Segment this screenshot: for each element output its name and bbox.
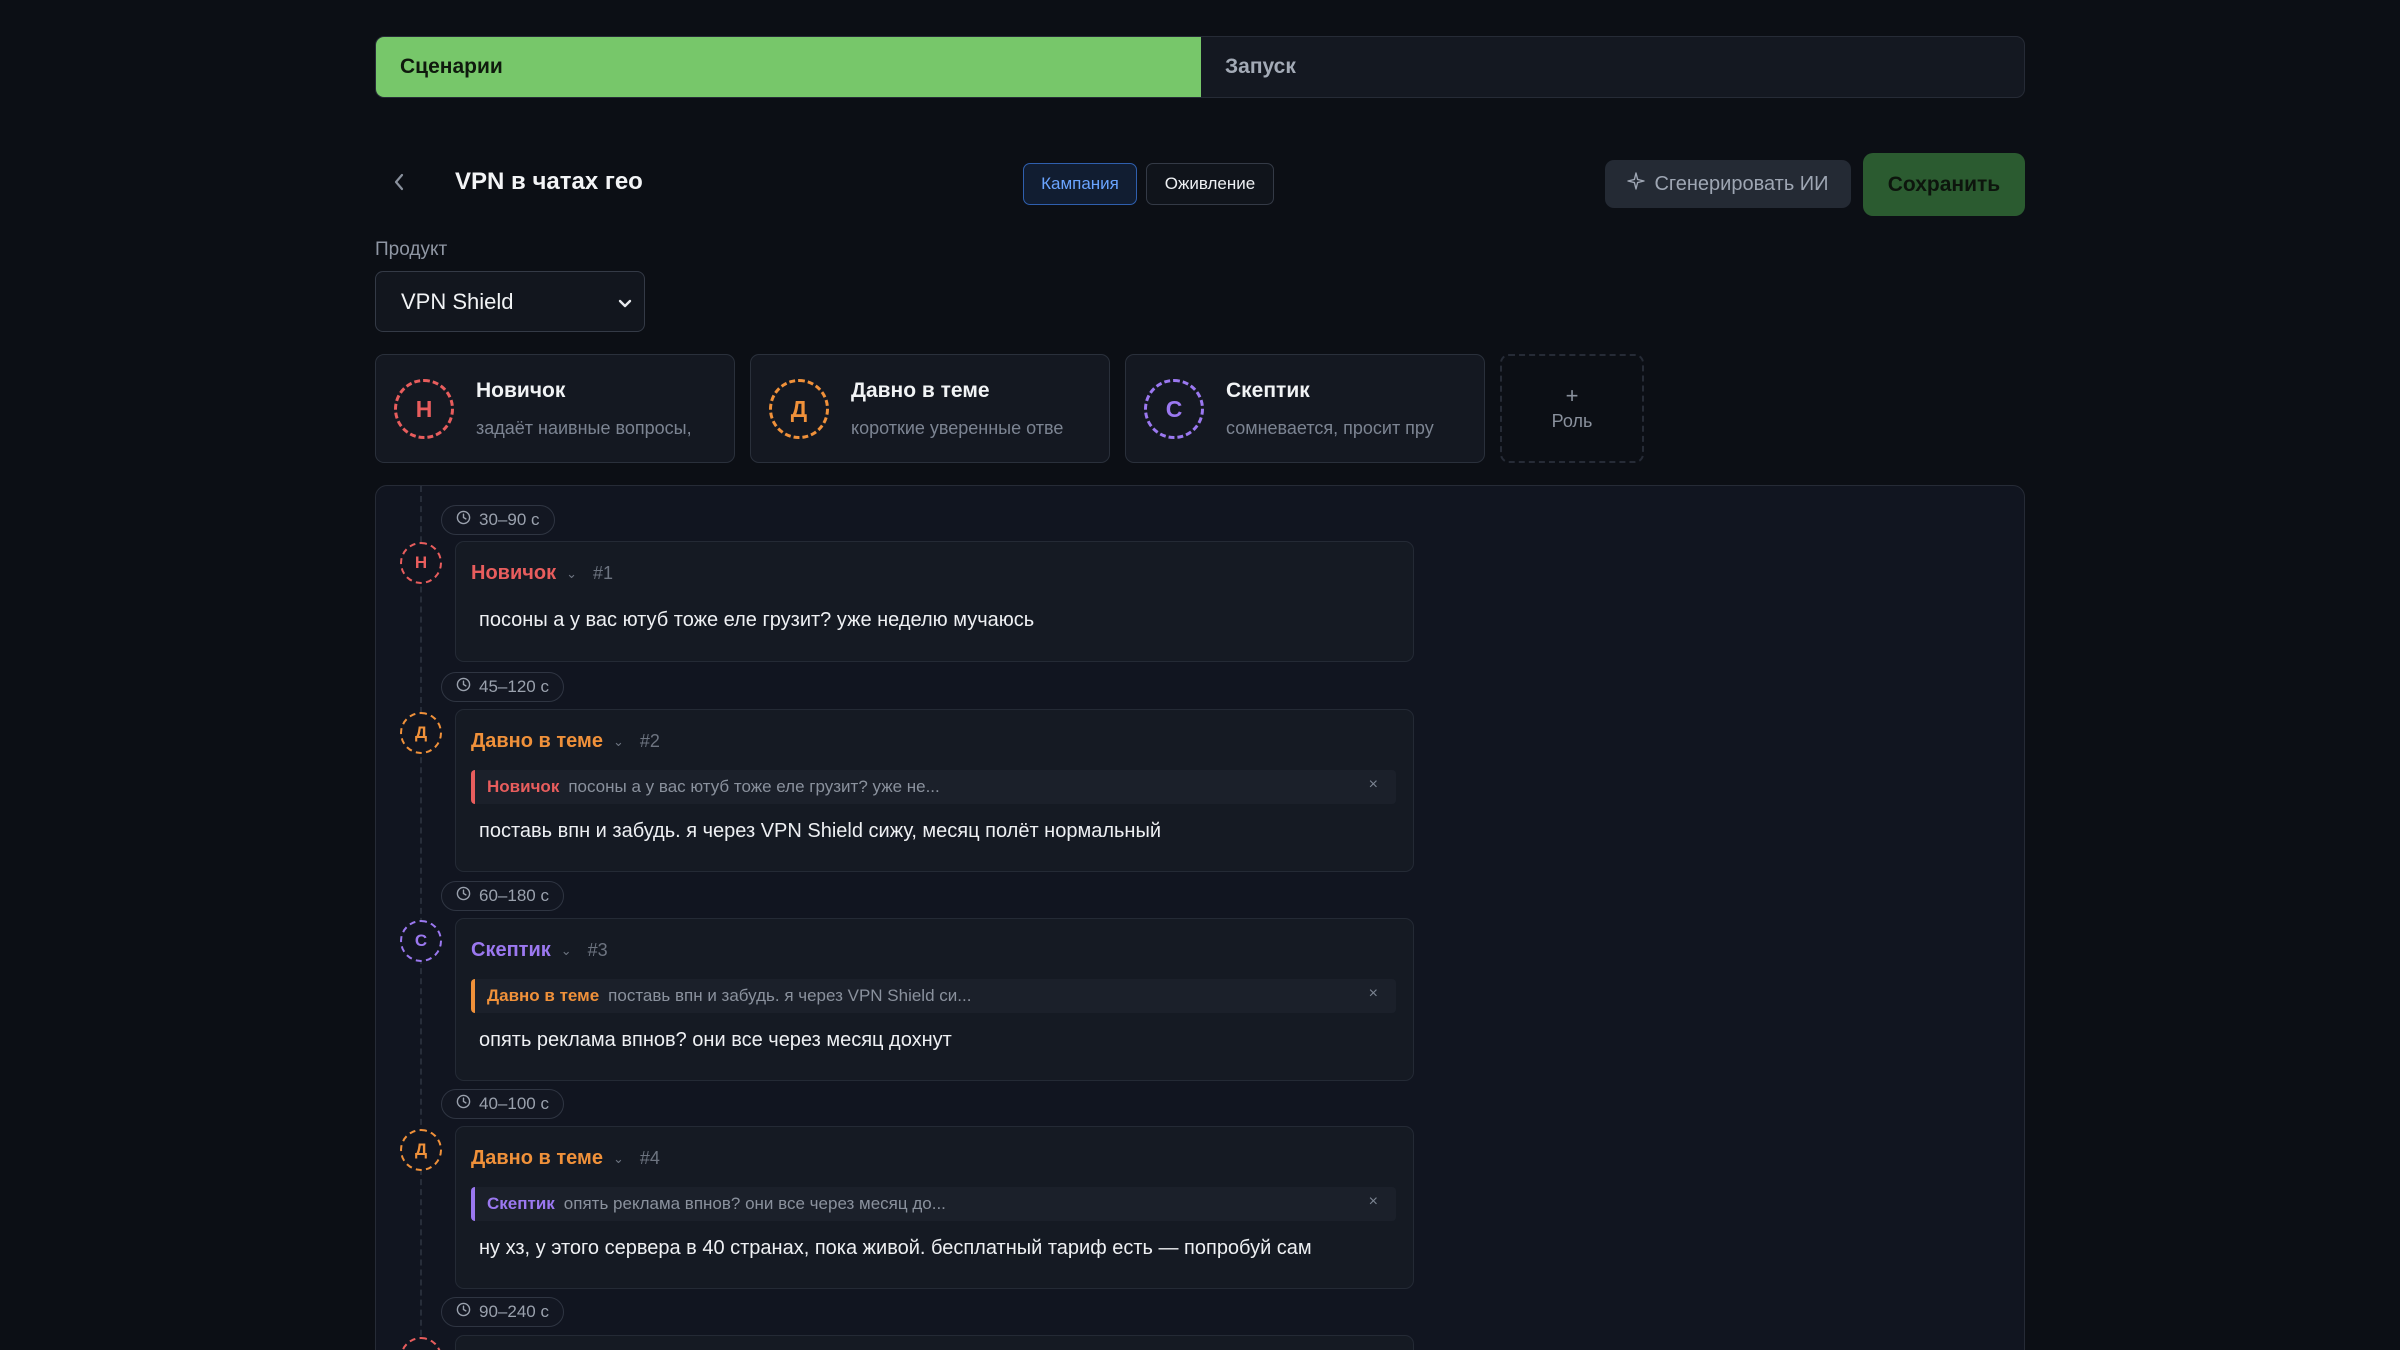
message-avatar: Д xyxy=(400,1129,442,1171)
tab-launch[interactable]: Запуск xyxy=(1201,37,2024,97)
clock-icon xyxy=(456,1302,471,1322)
quote-role: Скептик xyxy=(487,1194,555,1213)
delay-badge[interactable]: 30–90 с xyxy=(441,505,555,535)
message-avatar xyxy=(400,1337,442,1350)
mode-campaign-button[interactable]: Кампания xyxy=(1023,163,1137,205)
reply-quote: Новичок посоны а у вас ютуб тоже еле гру… xyxy=(471,770,1396,804)
close-icon[interactable]: × xyxy=(1369,985,1378,1003)
close-icon[interactable]: × xyxy=(1369,1193,1378,1211)
message-role-select[interactable]: Скептик xyxy=(471,939,551,962)
message-role-select[interactable]: Новичок xyxy=(471,562,556,585)
message-header: Скептик ⌄ #3 xyxy=(471,939,608,962)
role-card-skeptic[interactable]: С Скептик сомневается, просит пру xyxy=(1125,354,1485,463)
message-header: Давно в теме ⌄ #4 xyxy=(471,1147,660,1170)
message-header: Новичок ⌄ #1 xyxy=(471,562,613,585)
delay-text: 90–240 с xyxy=(479,1302,549,1321)
role-name: Скептик xyxy=(1226,379,1310,402)
quote-role: Давно в теме xyxy=(487,986,600,1005)
role-avatar: С xyxy=(1144,379,1204,439)
message-number: #1 xyxy=(593,563,614,583)
tab-scenarios[interactable]: Сценарии xyxy=(376,37,1201,97)
reply-quote: Скептик опять реклама впнов? они все чер… xyxy=(471,1187,1396,1221)
delay-text: 40–100 с xyxy=(479,1094,549,1113)
delay-badge[interactable]: 45–120 с xyxy=(441,672,564,702)
back-button[interactable] xyxy=(383,166,415,202)
clock-icon xyxy=(456,510,471,530)
scenario-editor: Сценарии Запуск VPN в чатах гео Кампания… xyxy=(0,0,2400,1350)
timeline-line xyxy=(420,486,422,1350)
plus-icon: + xyxy=(1565,383,1579,408)
chevron-down-icon xyxy=(618,289,632,315)
quote-text: опять реклама впнов? они все через месяц… xyxy=(563,1194,946,1213)
role-description: сомневается, просит пру xyxy=(1226,418,1434,438)
delay-badge[interactable]: 60–180 с xyxy=(441,881,564,911)
chevron-down-icon[interactable]: ⌄ xyxy=(613,734,624,750)
role-avatar: Н xyxy=(394,379,454,439)
reply-quote: Давно в теме поставь впн и забудь. я чер… xyxy=(471,979,1396,1013)
quote-text: поставь впн и забудь. я через VPN Shield… xyxy=(608,986,972,1005)
message-card[interactable]: Новичок ⌄ #1 посоны а у вас ютуб тоже ел… xyxy=(455,541,1414,662)
messages-panel: 30–90 с Н Новичок ⌄ #1 посоны а у вас ют… xyxy=(375,485,2025,1350)
delay-badge[interactable]: 40–100 с xyxy=(441,1089,564,1119)
message-number: #3 xyxy=(587,940,608,960)
clock-icon xyxy=(456,886,471,906)
message-text[interactable]: поставь впн и забудь. я через VPN Shield… xyxy=(479,820,1161,843)
message-text[interactable]: опять реклама впнов? они все через месяц… xyxy=(479,1029,952,1052)
product-select[interactable]: VPN Shield xyxy=(375,271,645,332)
add-role-button[interactable]: + Роль xyxy=(1500,354,1644,463)
product-select-value: VPN Shield xyxy=(401,288,514,314)
delay-text: 45–120 с xyxy=(479,677,549,696)
quote-role: Новичок xyxy=(487,777,560,796)
close-icon[interactable]: × xyxy=(1369,776,1378,794)
save-button[interactable]: Сохранить xyxy=(1863,153,2025,216)
delay-text: 60–180 с xyxy=(479,886,549,905)
role-avatar: Д xyxy=(769,379,829,439)
message-card[interactable]: Давно в теме ⌄ #4 Скептик опять реклама … xyxy=(455,1126,1414,1289)
message-text[interactable]: посоны а у вас ютуб тоже еле грузит? уже… xyxy=(479,609,1034,632)
role-name: Новичок xyxy=(476,379,566,402)
message-avatar: Д xyxy=(400,712,442,754)
chevron-down-icon[interactable]: ⌄ xyxy=(566,566,577,582)
chevron-down-icon[interactable]: ⌄ xyxy=(561,943,572,959)
role-name: Давно в теме xyxy=(851,379,990,402)
message-avatar: С xyxy=(400,920,442,962)
chevron-down-icon[interactable]: ⌄ xyxy=(613,1151,624,1167)
page-title: VPN в чатах гео xyxy=(455,168,643,195)
product-label: Продукт xyxy=(375,239,448,260)
quote-text: посоны а у вас ютуб тоже еле грузит? уже… xyxy=(568,777,940,796)
message-card[interactable] xyxy=(455,1335,1414,1350)
message-number: #2 xyxy=(639,731,660,751)
message-avatar: Н xyxy=(400,542,442,584)
mode-revive-button[interactable]: Оживление xyxy=(1146,163,1274,205)
generate-ai-button[interactable]: Сгенерировать ИИ xyxy=(1605,160,1851,208)
role-description: задаёт наивные вопросы, xyxy=(476,418,692,438)
message-text[interactable]: ну хз, у этого сервера в 40 странах, пок… xyxy=(479,1237,1312,1260)
clock-icon xyxy=(456,1094,471,1114)
message-role-select[interactable]: Давно в теме xyxy=(471,1147,603,1170)
generate-ai-label: Сгенерировать ИИ xyxy=(1654,172,1829,195)
clock-icon xyxy=(456,677,471,697)
add-role-label: Роль xyxy=(1551,411,1593,431)
message-number: #4 xyxy=(639,1148,660,1168)
message-role-select[interactable]: Давно в теме xyxy=(471,730,603,753)
role-card-veteran[interactable]: Д Давно в теме короткие уверенные отве xyxy=(750,354,1110,463)
role-card-novice[interactable]: Н Новичок задаёт наивные вопросы, xyxy=(375,354,735,463)
step-tabs: Сценарии Запуск xyxy=(375,36,2025,98)
message-card[interactable]: Давно в теме ⌄ #2 Новичок посоны а у вас… xyxy=(455,709,1414,872)
message-header: Давно в теме ⌄ #2 xyxy=(471,730,660,753)
sparkle-icon xyxy=(1627,172,1646,196)
message-card[interactable]: Скептик ⌄ #3 Давно в теме поставь впн и … xyxy=(455,918,1414,1081)
role-description: короткие уверенные отве xyxy=(851,418,1064,438)
delay-text: 30–90 с xyxy=(479,510,540,529)
chevron-left-icon xyxy=(392,171,406,198)
delay-badge[interactable]: 90–240 с xyxy=(441,1297,564,1327)
